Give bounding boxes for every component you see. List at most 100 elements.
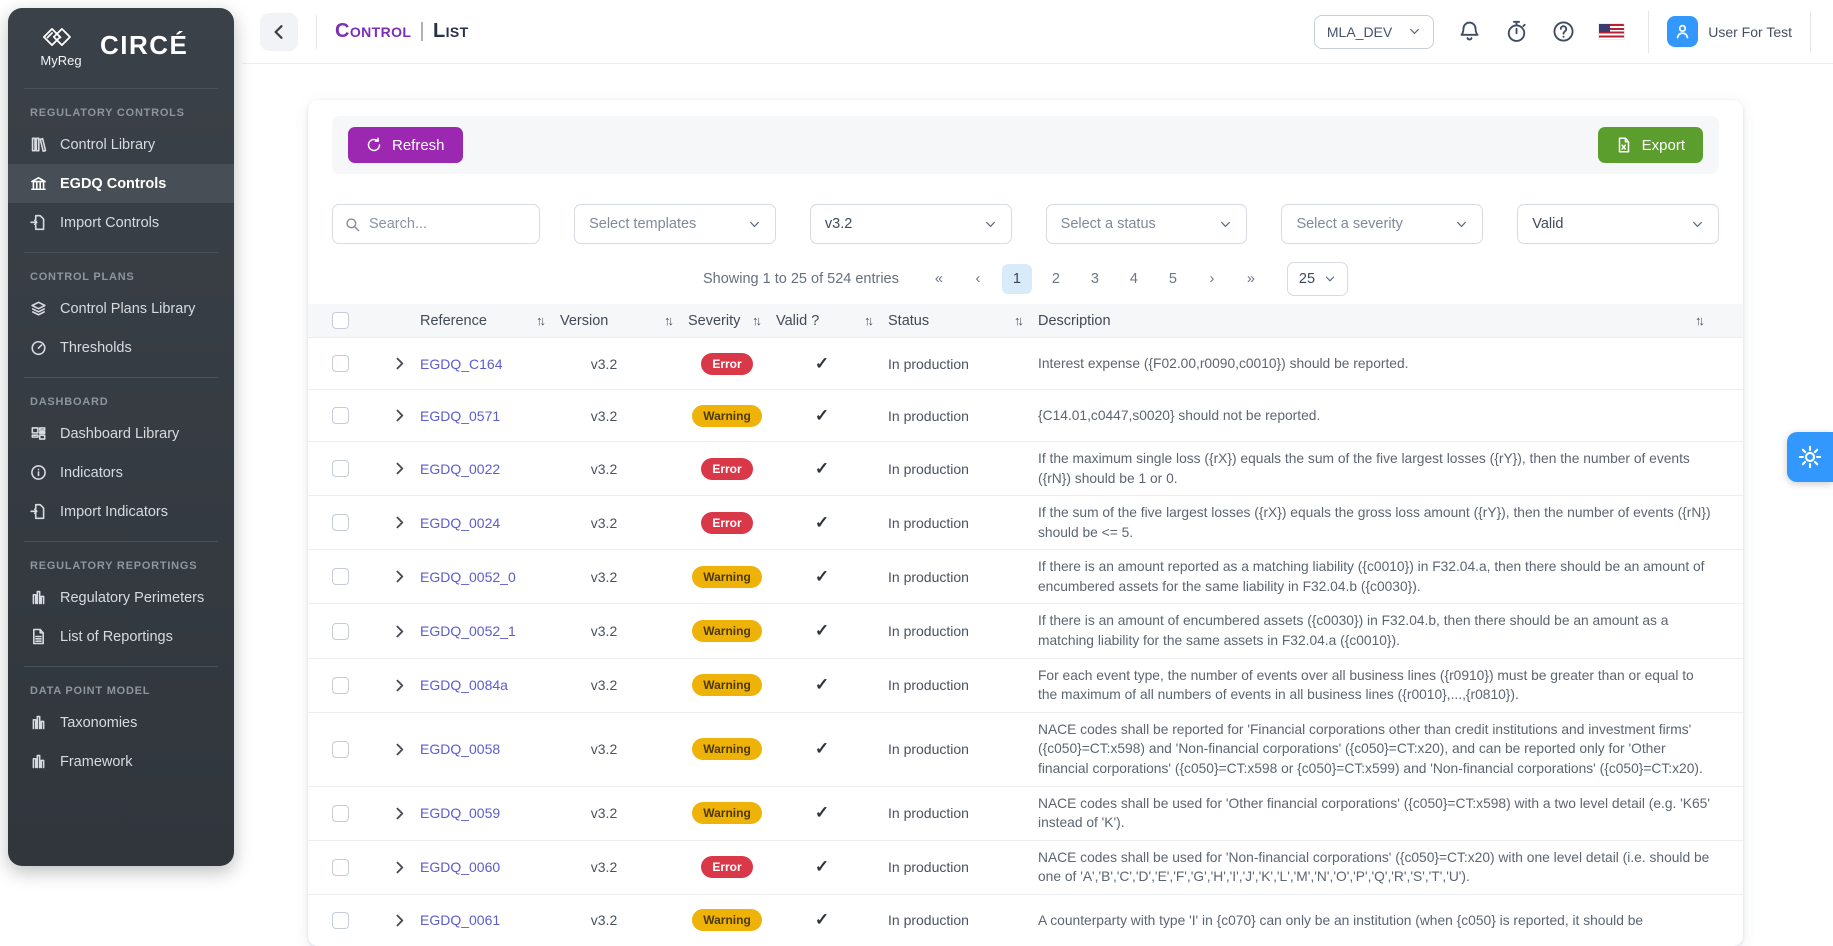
description-cell: Interest expense ({F02.00,r0090,c0010}) … [1038, 354, 1719, 374]
sidebar-item-egdq-controls[interactable]: EGDQ Controls [8, 164, 234, 203]
valid-select[interactable]: Valid [1517, 204, 1719, 244]
sort-icon[interactable]: ↑↓ [752, 313, 762, 328]
expand-row-icon[interactable] [392, 356, 407, 371]
row-checkbox[interactable] [332, 460, 349, 477]
environment-value: MLA_DEV [1327, 24, 1392, 40]
table-body: EGDQ_C164 v3.2 Error ✓ In production Int… [308, 337, 1743, 946]
valid-select-value: Valid [1532, 216, 1563, 232]
row-checkbox[interactable] [332, 568, 349, 585]
previous-page-button[interactable]: ‹ [963, 264, 993, 294]
row-checkbox[interactable] [332, 859, 349, 876]
reference-link[interactable]: EGDQ_0084a [420, 677, 508, 693]
severity-select[interactable]: Select a severity [1281, 204, 1483, 244]
last-page-button[interactable]: » [1236, 264, 1266, 294]
table-row: EGDQ_0022 v3.2 Error ✓ In production If … [308, 441, 1743, 495]
environment-select[interactable]: MLA_DEV [1314, 15, 1434, 49]
row-checkbox[interactable] [332, 355, 349, 372]
reference-link[interactable]: EGDQ_0058 [420, 741, 500, 757]
user-menu[interactable]: User For Test [1648, 11, 1811, 53]
row-checkbox[interactable] [332, 677, 349, 694]
sort-icon[interactable]: ↑↓ [536, 313, 546, 328]
reference-link[interactable]: EGDQ_0571 [420, 408, 500, 424]
help-button[interactable] [1552, 20, 1575, 43]
expand-row-icon[interactable] [392, 569, 407, 584]
expand-row-icon[interactable] [392, 860, 407, 875]
version-cell: v3.2 [560, 408, 688, 424]
first-page-button[interactable]: « [924, 264, 954, 294]
status-cell: In production [888, 912, 1038, 928]
sidebar-item-import-controls[interactable]: Import Controls [8, 203, 234, 242]
sort-icon[interactable]: ↑↓ [664, 313, 674, 328]
refresh-button[interactable]: Refresh [348, 127, 463, 163]
sidebar-item-list-of-reportings[interactable]: List of Reportings [8, 617, 234, 656]
expand-row-icon[interactable] [392, 742, 407, 757]
version-cell: v3.2 [560, 623, 688, 639]
app-logo[interactable]: MyReg CIRCÉ [8, 8, 234, 78]
page-button-3[interactable]: 3 [1080, 264, 1110, 294]
page-button-1[interactable]: 1 [1002, 264, 1032, 294]
sidebar-item-framework[interactable]: Framework [8, 742, 234, 781]
templates-select[interactable]: Select templates [574, 204, 776, 244]
reference-link[interactable]: EGDQ_0061 [420, 912, 500, 928]
page-button-5[interactable]: 5 [1158, 264, 1188, 294]
column-reference: Reference [420, 313, 487, 329]
expand-row-icon[interactable] [392, 806, 407, 821]
row-checkbox[interactable] [332, 407, 349, 424]
us-flag-icon[interactable] [1599, 24, 1624, 39]
reference-link[interactable]: EGDQ_C164 [420, 356, 502, 372]
severity-badge: Error [701, 512, 752, 534]
table-header: Reference↑↓ Version↑↓ Severity↑↓ Valid ?… [308, 304, 1743, 337]
reference-link[interactable]: EGDQ_0060 [420, 859, 500, 875]
next-page-button[interactable]: › [1197, 264, 1227, 294]
search-icon [345, 217, 360, 232]
page-button-4[interactable]: 4 [1119, 264, 1149, 294]
notifications-button[interactable] [1458, 20, 1481, 43]
sidebar-item-import-indicators[interactable]: Import Indicators [8, 492, 234, 531]
valid-check-icon: ✓ [815, 354, 829, 374]
reference-link[interactable]: EGDQ_0059 [420, 805, 500, 821]
sidebar-item-control-library[interactable]: Control Library [8, 125, 234, 164]
timer-button[interactable] [1505, 20, 1528, 43]
settings-fab-button[interactable] [1787, 432, 1833, 482]
select-all-checkbox[interactable] [332, 312, 349, 329]
page-size-select[interactable]: 25 [1287, 262, 1348, 296]
search-input[interactable] [369, 216, 527, 232]
status-select[interactable]: Select a status [1046, 204, 1248, 244]
expand-row-icon[interactable] [392, 461, 407, 476]
sidebar-item-control-plans-library[interactable]: Control Plans Library [8, 289, 234, 328]
valid-check-icon: ✓ [815, 910, 829, 930]
version-select[interactable]: v3.2 [810, 204, 1012, 244]
reference-link[interactable]: EGDQ_0052_1 [420, 623, 516, 639]
expand-row-icon[interactable] [392, 678, 407, 693]
sidebar-item-dashboard-library[interactable]: Dashboard Library [8, 414, 234, 453]
export-button[interactable]: Export [1598, 127, 1703, 163]
row-checkbox[interactable] [332, 912, 349, 929]
row-checkbox[interactable] [332, 514, 349, 531]
reference-link[interactable]: EGDQ_0052_0 [420, 569, 516, 585]
expand-row-icon[interactable] [392, 624, 407, 639]
reference-link[interactable]: EGDQ_0024 [420, 515, 500, 531]
expand-row-icon[interactable] [392, 408, 407, 423]
books-icon [30, 136, 47, 153]
reference-link[interactable]: EGDQ_0022 [420, 461, 500, 477]
sidebar-item-indicators[interactable]: Indicators [8, 453, 234, 492]
sidebar-item-regulatory-perimeters[interactable]: Regulatory Perimeters [8, 578, 234, 617]
expand-row-icon[interactable] [392, 515, 407, 530]
expand-row-icon[interactable] [392, 913, 407, 928]
page-button-2[interactable]: 2 [1041, 264, 1071, 294]
valid-check-icon: ✓ [815, 567, 829, 587]
sort-icon[interactable]: ↑↓ [1695, 313, 1705, 328]
sort-icon[interactable]: ↑↓ [1014, 313, 1024, 328]
refresh-label: Refresh [392, 137, 445, 154]
row-checkbox[interactable] [332, 623, 349, 640]
sidebar-item-thresholds[interactable]: Thresholds [8, 328, 234, 367]
sidebar-item-taxonomies[interactable]: Taxonomies [8, 703, 234, 742]
sort-icon[interactable]: ↑↓ [864, 313, 874, 328]
row-checkbox[interactable] [332, 741, 349, 758]
valid-check-icon: ✓ [815, 803, 829, 823]
info-icon [30, 464, 47, 481]
back-button[interactable] [260, 13, 298, 51]
severity-select-value: Select a severity [1296, 216, 1402, 232]
chevron-down-icon [1324, 273, 1336, 285]
row-checkbox[interactable] [332, 805, 349, 822]
